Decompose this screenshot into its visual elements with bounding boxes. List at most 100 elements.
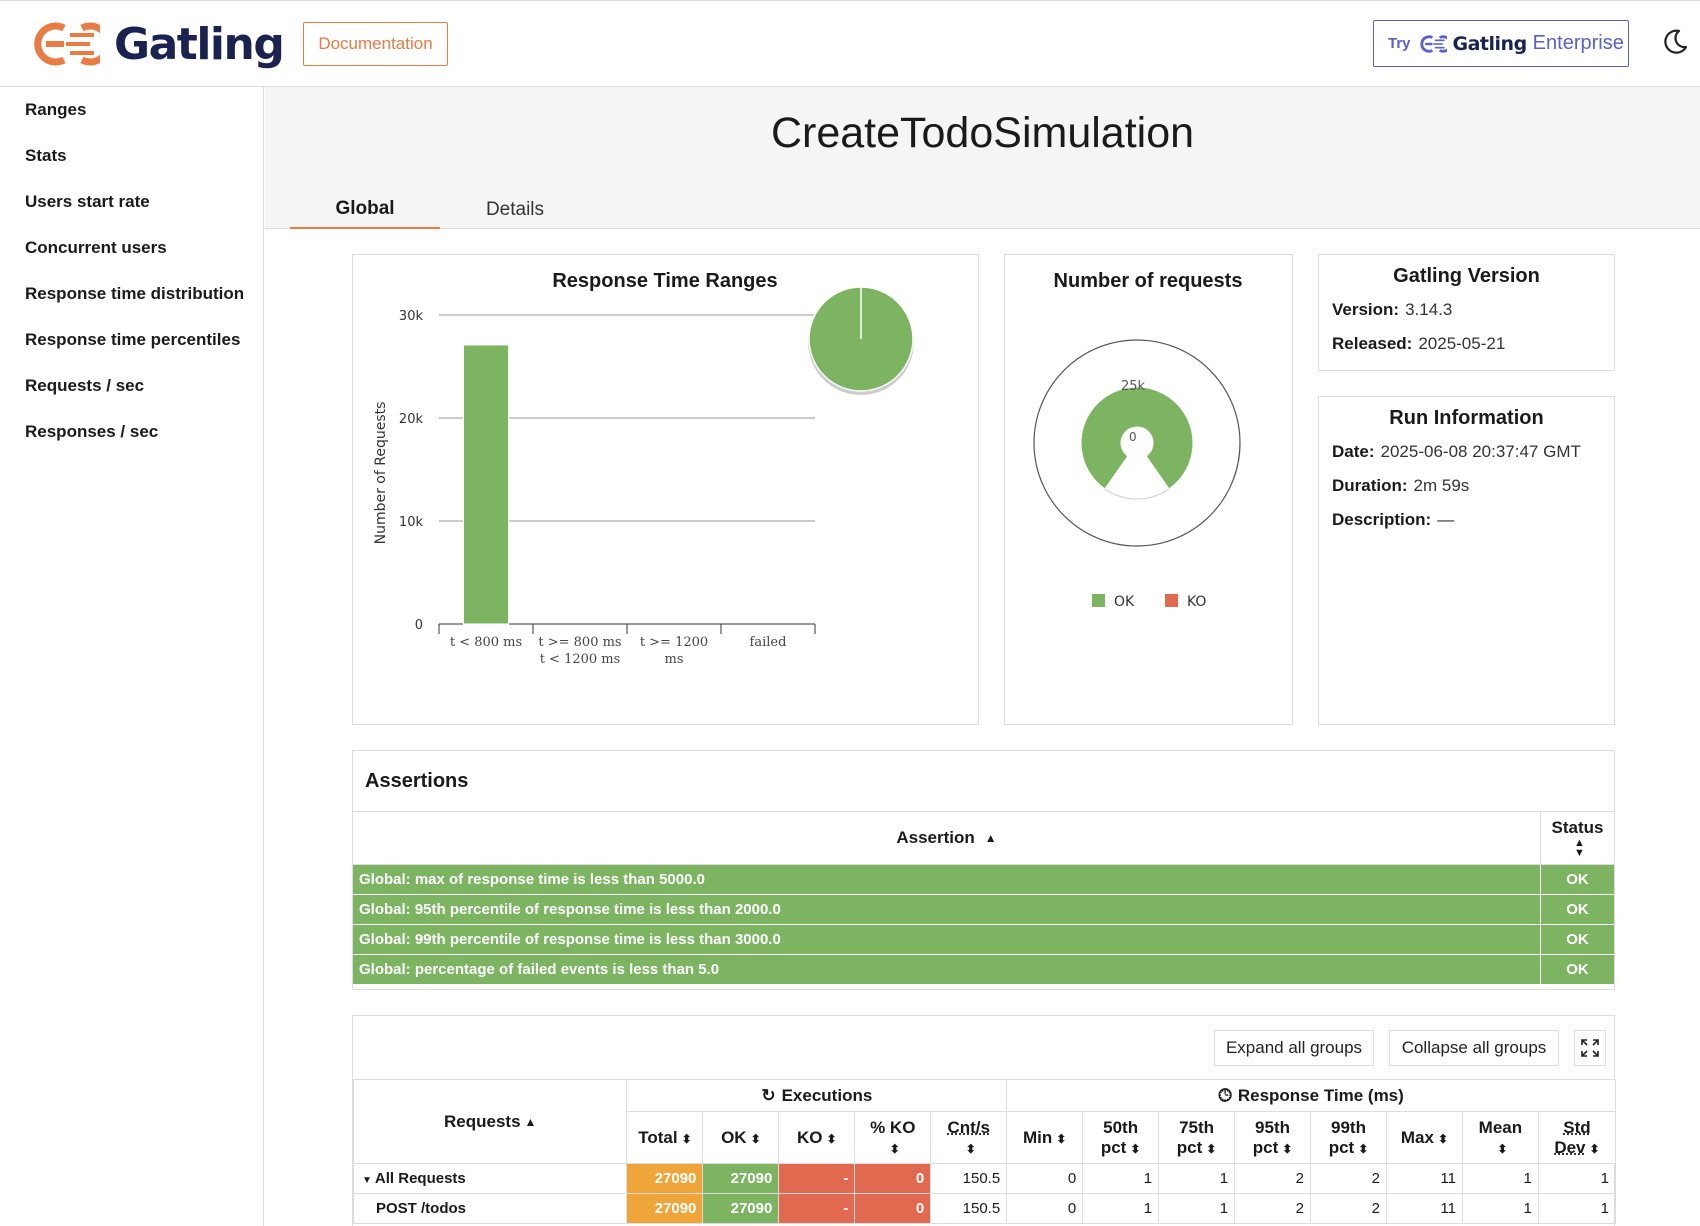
sidebar-item-response-time-percentiles[interactable]: Response time percentiles xyxy=(0,317,263,363)
gauge-tick-label: 25k xyxy=(1121,379,1146,394)
cnt-per-sec-column-header[interactable]: Cnt/s ⬍ xyxy=(930,1111,1008,1164)
fullscreen-button[interactable] xyxy=(1574,1030,1606,1066)
bar[interactable] xyxy=(462,344,510,625)
released-row: Released: 2025-05-21 xyxy=(1319,327,1614,361)
cell-cnt-per-sec: 150.5 xyxy=(930,1163,1008,1194)
x-tick-label: t < 800 ms xyxy=(450,635,522,650)
sidebar-item-users-start-rate[interactable]: Users start rate xyxy=(0,179,263,225)
cell-ko: - xyxy=(778,1193,856,1224)
dark-mode-moon-icon[interactable] xyxy=(1660,27,1690,57)
description-row: Description: — xyxy=(1319,503,1614,537)
assertion-text: Global: percentage of failed events is l… xyxy=(353,955,1541,984)
assertion-text: Global: 99th percentile of response time… xyxy=(353,925,1541,954)
assertion-status: OK xyxy=(1566,871,1589,888)
cell-ko: - xyxy=(778,1163,856,1194)
legend-label[interactable]: KO xyxy=(1187,594,1206,610)
status-header-label: Status xyxy=(1551,818,1604,837)
x-tick-label: t >= 800 ms t < 1200 ms xyxy=(538,635,621,667)
gatling-logo[interactable]: Gatling xyxy=(26,18,285,70)
assertion-status: OK xyxy=(1566,931,1589,948)
sidebar-item-ranges[interactable]: Ranges xyxy=(0,87,263,133)
cell-min: 0 xyxy=(1006,1193,1084,1224)
duration-value: 2m 59s xyxy=(1413,476,1470,495)
mean-column-header[interactable]: Mean ⬍ xyxy=(1461,1111,1539,1164)
requests-header-label: Requests xyxy=(444,1111,521,1131)
p99-column-header[interactable]: 99th pct ⬍ xyxy=(1310,1111,1387,1164)
p95-column-header[interactable]: 95th pct ⬍ xyxy=(1234,1111,1312,1164)
table-row[interactable]: ▼ All Requests 27090 27090 - 0 150.5 0 1 … xyxy=(352,1163,1617,1194)
cell-std-dev: 1 xyxy=(1537,1193,1617,1224)
executions-header: ↻ Executions xyxy=(626,1079,1008,1112)
sort-icon: ▲ ▼ xyxy=(1574,837,1585,859)
sidebar-item-responses-sec[interactable]: Responses / sec xyxy=(0,409,263,455)
brand-name: Gatling xyxy=(114,18,285,70)
assertion-status: OK xyxy=(1566,961,1589,978)
response-time-ranges-chart: Response Time Ranges Number of Requests … xyxy=(373,270,914,667)
enterprise-gatling-word: Gatling xyxy=(1452,32,1528,55)
response-time-header-label: Response Time (ms) xyxy=(1237,1085,1404,1105)
main-content: CreateTodoSimulation Global Details Resp… xyxy=(265,87,1700,1226)
stats-card: Expand all groups Collapse all groups Re… xyxy=(352,1015,1617,1226)
collapse-triangle-icon[interactable]: ▼ xyxy=(362,1175,372,1186)
description-label: Description: xyxy=(1332,510,1432,529)
sidebar-item-response-time-distribution[interactable]: Response time distribution xyxy=(0,271,263,317)
assertion-column-header[interactable]: Assertion ▲︎ xyxy=(353,812,1541,864)
total-column-header[interactable]: Total ⬍ xyxy=(626,1111,704,1164)
assertion-row: Global: percentage of failed events is l… xyxy=(353,955,1614,985)
top-bar: Gatling Documentation Try Gatling Enterp… xyxy=(0,0,1700,87)
x-tick-label: t >= 1200 ms xyxy=(640,635,708,667)
y-tick-label: 20k xyxy=(399,412,424,427)
pct-ko-column-header[interactable]: % KO ⬍ xyxy=(854,1111,932,1164)
cell-pct-ko: 0 xyxy=(854,1193,932,1224)
assertions-header-row: Assertion ▲︎ Status ▲ ▼ xyxy=(353,812,1614,865)
p50-column-header[interactable]: 50th pct ⬍ xyxy=(1082,1111,1160,1164)
try-enterprise-button[interactable]: Try Gatling Enterprise xyxy=(1373,20,1629,67)
cell-total: 27090 xyxy=(626,1193,704,1224)
sidebar: Ranges Stats Users start rate Concurrent… xyxy=(0,87,264,1226)
date-row: Date: 2025-06-08 20:37:47 GMT xyxy=(1319,435,1614,469)
gauge-ok-slice[interactable] xyxy=(1080,386,1194,490)
ko-column-header[interactable]: KO ⬍ xyxy=(778,1111,856,1164)
p75-column-header[interactable]: 75th pct ⬍ xyxy=(1158,1111,1236,1164)
released-value: 2025-05-21 xyxy=(1418,334,1506,353)
sidebar-item-requests-sec[interactable]: Requests / sec xyxy=(0,363,263,409)
sidebar-item-concurrent-users[interactable]: Concurrent users xyxy=(0,225,263,271)
min-column-header[interactable]: Min ⬍ xyxy=(1006,1111,1084,1164)
tab-details[interactable]: Details xyxy=(440,190,590,229)
ok-column-header[interactable]: OK ⬍ xyxy=(702,1111,780,1164)
legend-label[interactable]: OK xyxy=(1114,594,1135,610)
number-of-requests-chart: Number of requests 25k 0 OK KO xyxy=(1033,270,1243,610)
version-label: Version: xyxy=(1332,300,1400,319)
x-tick-label: failed xyxy=(750,635,787,650)
documentation-button[interactable]: Documentation xyxy=(303,22,448,66)
cell-max: 11 xyxy=(1385,1193,1463,1224)
requests-column-header[interactable]: Requests ▲ xyxy=(352,1079,628,1164)
assertion-row: Global: 99th percentile of response time… xyxy=(353,925,1614,955)
date-value: 2025-06-08 20:37:47 GMT xyxy=(1380,442,1581,461)
legend-swatch[interactable] xyxy=(1092,594,1105,607)
expand-all-groups-button[interactable]: Expand all groups xyxy=(1214,1030,1374,1066)
assertion-row: Global: 95th percentile of response time… xyxy=(353,895,1614,925)
assertion-text: Global: 95th percentile of response time… xyxy=(353,895,1541,924)
legend-swatch[interactable] xyxy=(1165,594,1178,607)
collapse-all-groups-button[interactable]: Collapse all groups xyxy=(1389,1030,1559,1066)
std-dev-column-header[interactable]: Std Dev ⬍ xyxy=(1537,1111,1617,1164)
assertions-title: Assertions xyxy=(353,751,1614,812)
run-information-title: Run Information xyxy=(1389,407,1544,429)
max-column-header[interactable]: Max ⬍ xyxy=(1385,1111,1463,1164)
status-column-header[interactable]: Status ▲ ▼ xyxy=(1541,812,1614,864)
cell-mean: 1 xyxy=(1461,1163,1539,1194)
assertion-status: OK xyxy=(1566,901,1589,918)
chart-title: Number of requests xyxy=(1054,270,1243,292)
cell-min: 0 xyxy=(1006,1163,1084,1194)
cell-max: 11 xyxy=(1385,1163,1463,1194)
duration-row: Duration: 2m 59s xyxy=(1319,469,1614,503)
sidebar-item-stats[interactable]: Stats xyxy=(0,133,263,179)
date-label: Date: xyxy=(1332,442,1375,461)
request-name[interactable]: POST /todos xyxy=(352,1193,628,1224)
refresh-icon: ↻ xyxy=(761,1085,776,1105)
table-row[interactable]: POST /todos 27090 27090 - 0 150.5 0 1 1 … xyxy=(352,1193,1617,1224)
tab-global[interactable]: Global xyxy=(290,190,440,229)
version-value: 3.14.3 xyxy=(1405,300,1453,319)
request-name[interactable]: ▼ All Requests xyxy=(352,1163,628,1194)
